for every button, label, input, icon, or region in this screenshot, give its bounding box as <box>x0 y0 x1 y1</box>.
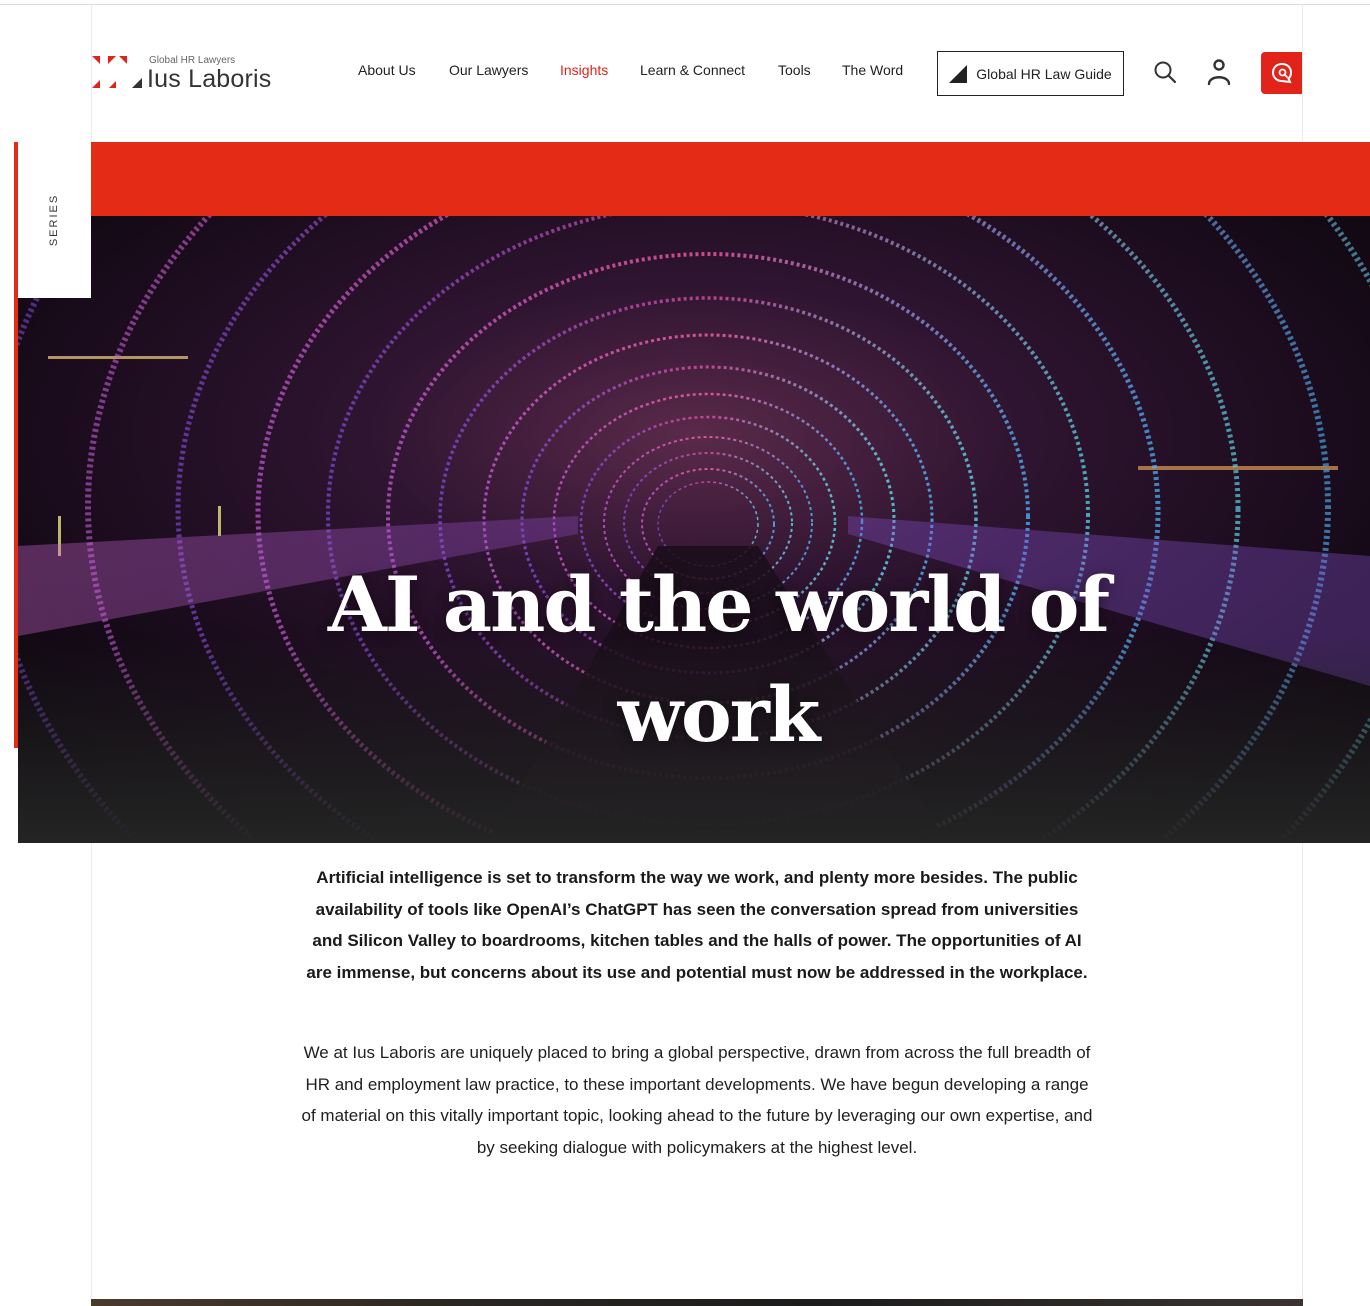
global-hr-law-guide-label: Global HR Law Guide <box>976 65 1112 82</box>
chat-support-button[interactable] <box>1261 52 1302 94</box>
body-paragraph: We at Ius Laboris are uniquely placed to… <box>301 1043 1093 1157</box>
nav-item-learn-connect[interactable]: Learn & Connect <box>640 62 745 78</box>
brand-name: Ius Laboris <box>147 65 272 93</box>
series-label: SERIES <box>48 193 61 247</box>
nav-item-the-word[interactable]: The Word <box>842 62 903 78</box>
logo-mark-icon <box>92 56 142 88</box>
series-tab[interactable]: SERIES <box>18 142 91 298</box>
global-hr-law-guide-button[interactable]: Global HR Law Guide <box>937 51 1124 96</box>
hero-red-band <box>91 142 1370 216</box>
chat-support-icon <box>1271 62 1292 84</box>
nav-item-insights[interactable]: Insights <box>560 62 608 78</box>
nav-item-about-us[interactable]: About Us <box>358 62 416 78</box>
intro-paragraph: Artificial intelligence is set to transf… <box>306 868 1088 982</box>
triangle-flag-icon <box>949 64 968 83</box>
next-section-image-edge <box>91 1299 1303 1306</box>
nav-item-our-lawyers[interactable]: Our Lawyers <box>449 62 528 78</box>
hero-banner: AI and the world of work <box>18 142 1370 843</box>
brand-logo[interactable]: Global HR Lawyers Ius Laboris <box>92 52 271 96</box>
nav-item-tools[interactable]: Tools <box>778 62 811 78</box>
search-icon <box>1154 61 1177 84</box>
top-divider <box>0 4 1370 5</box>
user-icon <box>1207 59 1231 86</box>
search-button[interactable] <box>1153 60 1177 89</box>
hero-title: AI and the world of work <box>327 560 1110 759</box>
account-button[interactable] <box>1206 58 1232 91</box>
